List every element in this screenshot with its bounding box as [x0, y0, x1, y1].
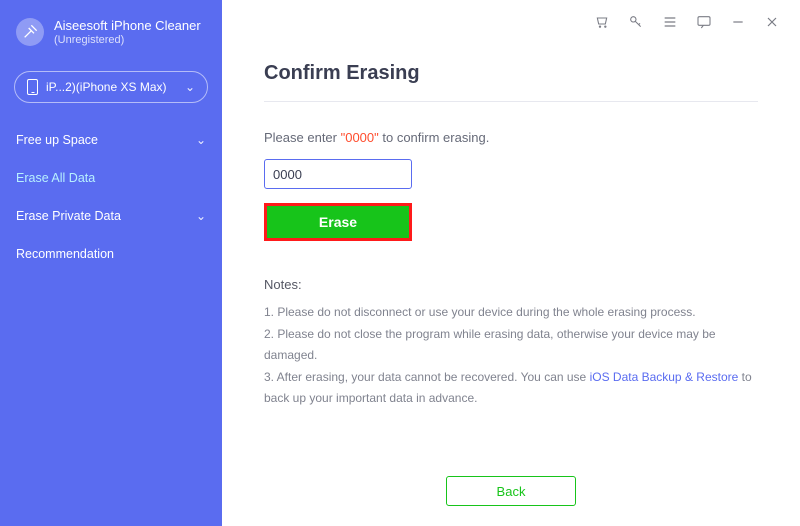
confirm-prompt: Please enter "0000" to confirm erasing. — [264, 130, 758, 145]
divider — [264, 101, 758, 102]
chevron-down-icon: ⌄ — [185, 80, 195, 94]
note-line-1: 1. Please do not disconnect or use your … — [264, 302, 758, 324]
menu-icon[interactable] — [662, 14, 678, 30]
page-title: Confirm Erasing — [264, 62, 758, 85]
phone-icon — [27, 79, 38, 95]
backup-restore-link[interactable]: iOS Data Backup & Restore — [590, 370, 739, 384]
chevron-down-icon: ⌄ — [196, 209, 206, 223]
sidebar-item-erase-all[interactable]: Erase All Data — [0, 159, 222, 197]
device-label: iP...2)(iPhone XS Max) — [46, 80, 167, 94]
close-icon[interactable] — [764, 14, 780, 30]
key-icon[interactable] — [628, 14, 644, 30]
footer: Back — [222, 476, 800, 526]
back-button[interactable]: Back — [446, 476, 576, 506]
erase-button[interactable]: Erase — [267, 206, 409, 238]
confirm-code-input[interactable] — [264, 159, 412, 189]
erase-highlight: Erase — [264, 203, 412, 241]
minimize-icon[interactable] — [730, 14, 746, 30]
cart-icon[interactable] — [594, 14, 610, 30]
app-logo-icon — [16, 18, 44, 46]
sidebar-item-recommendation[interactable]: Recommendation — [0, 235, 222, 273]
chevron-down-icon: ⌄ — [196, 133, 206, 147]
feedback-icon[interactable] — [696, 14, 712, 30]
sidebar-item-label: Erase Private Data — [16, 209, 121, 223]
sidebar: Aiseesoft iPhone Cleaner (Unregistered) … — [0, 0, 222, 526]
note-line-3: 3. After erasing, your data cannot be re… — [264, 367, 758, 410]
note-line-2: 2. Please do not close the program while… — [264, 324, 758, 367]
window-controls — [222, 0, 800, 40]
sidebar-item-label: Erase All Data — [16, 171, 95, 185]
brand: Aiseesoft iPhone Cleaner (Unregistered) — [0, 14, 222, 61]
nav: Free up Space ⌄ Erase All Data Erase Pri… — [0, 121, 222, 273]
sidebar-item-freeup[interactable]: Free up Space ⌄ — [0, 121, 222, 159]
sidebar-item-label: Recommendation — [16, 247, 114, 261]
content: Confirm Erasing Please enter "0000" to c… — [222, 40, 800, 476]
notes-title: Notes: — [264, 277, 758, 292]
app-title: Aiseesoft iPhone Cleaner — [54, 18, 201, 34]
main: Confirm Erasing Please enter "0000" to c… — [222, 0, 800, 526]
device-selector[interactable]: iP...2)(iPhone XS Max) ⌄ — [14, 71, 208, 103]
confirm-code: "0000" — [341, 130, 379, 145]
sidebar-item-erase-private[interactable]: Erase Private Data ⌄ — [0, 197, 222, 235]
app-subtitle: (Unregistered) — [54, 34, 201, 47]
sidebar-item-label: Free up Space — [16, 133, 98, 147]
